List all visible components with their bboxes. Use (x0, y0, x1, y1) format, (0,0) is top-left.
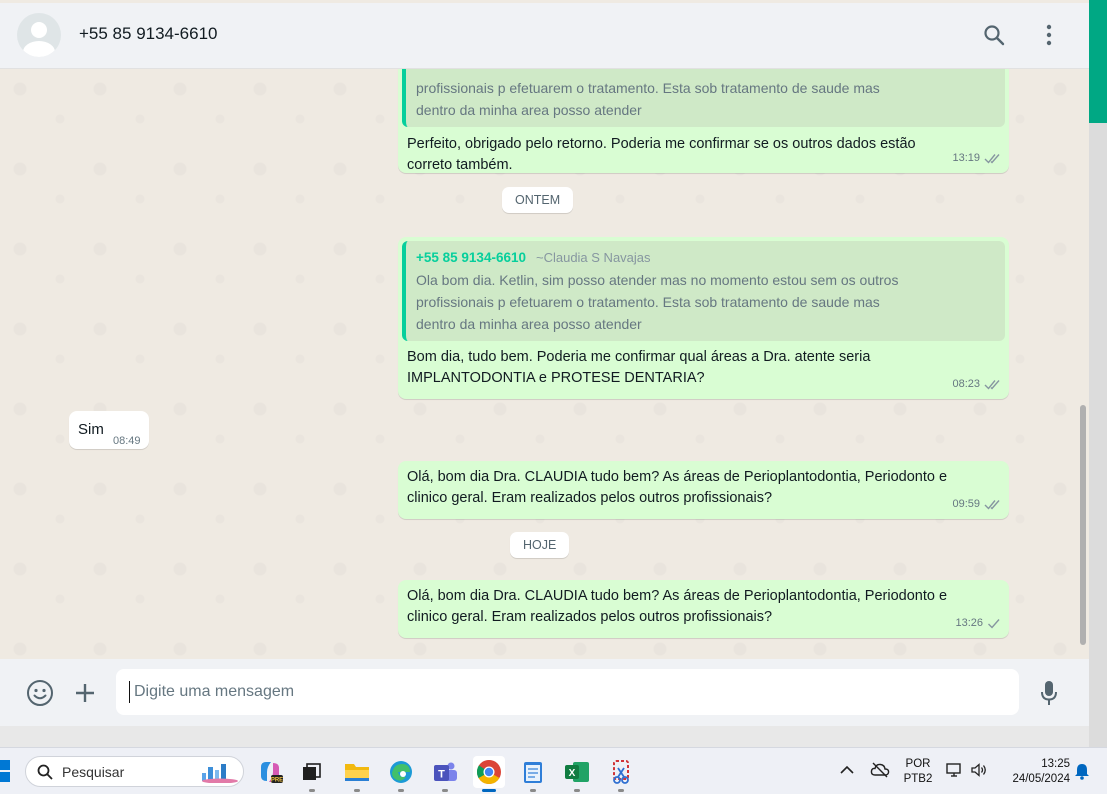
clock[interactable]: 13:25 24/05/2024 (1000, 757, 1070, 787)
message-list[interactable]: profissionais p efetuarem o tratamento. … (0, 69, 1089, 659)
chat-header[interactable]: +55 85 9134-6610 (0, 3, 1089, 69)
message-text-line: correto também. (407, 157, 513, 173)
svg-text:X: X (569, 768, 576, 779)
date-chip: ONTEM (502, 187, 574, 213)
quote-line: profissionais p efetuarem o tratamento. … (416, 294, 880, 310)
clock-date: 24/05/2024 (1012, 773, 1070, 785)
emoji-icon[interactable] (25, 678, 55, 708)
message-text-line: Bom dia, tudo bem. Poderia me confirmar … (407, 349, 871, 365)
volume-icon[interactable] (970, 762, 988, 783)
clock-time: 13:25 (1041, 758, 1070, 770)
message-time: 08:23 (952, 378, 980, 390)
message-time: 08:49 (113, 435, 141, 447)
message-text-line: Olá, bom dia Dra. CLAUDIA tudo bem? As á… (407, 588, 948, 604)
quote-line: profissionais p efetuarem o tratamento. … (416, 80, 880, 96)
snipping-tool-icon[interactable] (605, 756, 637, 792)
quote-line: dentro da minha area posso atender (416, 316, 642, 332)
copilot-icon[interactable]: PRE (254, 756, 286, 788)
quoted-message[interactable]: profissionais p efetuarem o tratamento. … (402, 69, 1005, 127)
quoted-message[interactable]: +55 85 9134-6610 ~Claudia S Navajas Ola … (402, 241, 1005, 341)
contact-name[interactable]: +55 85 9134-6610 (79, 24, 218, 44)
avatar[interactable] (17, 13, 61, 57)
message-text-line: IMPLANTODONTIA e PROTESE DENTARIA? (407, 370, 705, 386)
task-view-icon[interactable] (296, 756, 328, 792)
message-outgoing[interactable]: profissionais p efetuarem o tratamento. … (398, 69, 1009, 173)
message-composer (0, 659, 1089, 726)
edge-icon[interactable] (385, 756, 417, 792)
plus-icon[interactable] (70, 678, 100, 708)
search-icon (37, 764, 53, 780)
message-time: 13:26 (955, 617, 983, 629)
double-check-icon (984, 500, 1000, 510)
file-explorer-icon[interactable] (341, 756, 373, 792)
kebab-menu-icon[interactable] (1035, 21, 1063, 49)
message-text-line: clinico geral. Eram realizados pelos out… (407, 609, 773, 625)
message-meta: 13:19 (952, 148, 1001, 169)
chevron-up-icon[interactable] (839, 763, 855, 781)
message-meta: 13:26 (955, 613, 1001, 634)
window-right-edge (1089, 3, 1107, 747)
quote-author: +55 85 9134-6610 (416, 250, 526, 265)
taskbar-search[interactable]: Pesquisar (25, 756, 244, 787)
notepad-icon[interactable] (517, 756, 549, 792)
message-meta: 08:23 (952, 374, 1001, 395)
double-check-icon (984, 154, 1000, 164)
message-text: Sim (78, 421, 104, 438)
single-check-icon (988, 619, 1000, 629)
message-outgoing[interactable]: Olá, bom dia Dra. CLAUDIA tudo bem? As á… (398, 461, 1009, 519)
message-input[interactable] (134, 669, 1004, 715)
teams-icon[interactable]: T (429, 756, 461, 792)
text-caret (129, 681, 130, 703)
message-input-box[interactable] (116, 669, 1019, 715)
message-text-line: Olá, bom dia Dra. CLAUDIA tudo bem? As á… (407, 469, 948, 485)
notification-bell-icon[interactable] (1073, 762, 1091, 785)
message-text-line: clinico geral. Eram realizados pelos out… (407, 490, 773, 506)
chat-scrollbar[interactable] (1080, 405, 1086, 645)
message-time: 09:59 (952, 498, 980, 510)
svg-text:T: T (438, 769, 445, 781)
chrome-icon[interactable] (473, 756, 505, 792)
message-meta: 09:59 (952, 494, 1001, 515)
quote-line: Ola bom dia. Ketlin, sim posso atender m… (416, 272, 899, 288)
keyboard-layout: PTB2 (903, 773, 933, 785)
message-incoming[interactable]: Sim 08:49 (69, 411, 149, 449)
message-text-line: Perfeito, obrigado pelo retorno. Poderia… (407, 136, 916, 152)
microphone-icon[interactable] (1034, 678, 1064, 708)
keyboard-language[interactable]: POR PTB2 (898, 757, 938, 787)
quote-line: dentro da minha area posso atender (416, 102, 642, 118)
cloud-off-icon[interactable] (870, 762, 890, 783)
excel-icon[interactable]: X (561, 756, 593, 792)
whatsapp-window: +55 85 9134-6610 profissionais p efetuar… (0, 0, 1089, 726)
windows-start-icon[interactable] (0, 760, 12, 784)
network-icon[interactable] (946, 762, 964, 783)
message-outgoing[interactable]: +55 85 9134-6610 ~Claudia S Navajas Ola … (398, 237, 1009, 399)
language-code: POR (905, 758, 931, 770)
message-outgoing[interactable]: Olá, bom dia Dra. CLAUDIA tudo bem? As á… (398, 580, 1009, 638)
message-time: 13:19 (952, 152, 980, 164)
taskbar-search-label: Pesquisar (62, 764, 125, 780)
taskbar: Pesquisar PRE T X POR PTB2 13:25 24/05/2… (0, 747, 1107, 794)
search-highlight-icon (202, 764, 238, 783)
search-icon[interactable] (980, 21, 1008, 49)
svg-text:PRE: PRE (271, 778, 283, 784)
date-chip: HOJE (510, 532, 570, 558)
double-check-icon (984, 380, 1000, 390)
quote-author-name: ~Claudia S Navajas (535, 250, 651, 265)
